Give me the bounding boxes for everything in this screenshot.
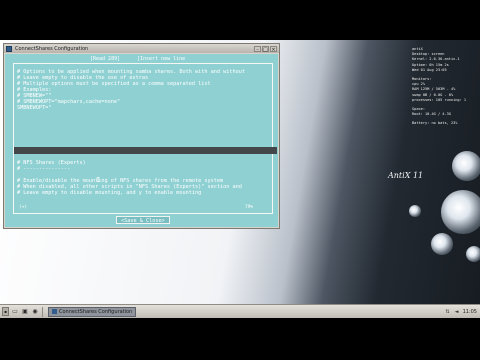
letterbox-top <box>0 0 480 40</box>
selected-line-bar[interactable] <box>14 147 277 154</box>
browser-icon[interactable]: ◉ <box>31 308 39 316</box>
scroll-indicator: (+) <box>19 205 28 210</box>
conky-line: Battery: no bats, 23% <box>412 121 458 126</box>
window-title: ConnectShares Configuration <box>15 45 89 52</box>
editor-line[interactable]: # Leave empty to disable mounting, and y… <box>17 190 201 196</box>
task-label: ConnectShares Configuration <box>59 308 133 315</box>
minimize-icon[interactable]: – <box>254 45 261 53</box>
wallpaper-logo: AntiX 11 <box>388 171 424 180</box>
scroll-percent: 79% <box>245 205 254 210</box>
task-button-connectshares[interactable]: ConnectShares Configuration <box>48 306 137 317</box>
terminal-app-icon <box>6 45 12 52</box>
terminal-editor[interactable]: [Read 289] [Insert new line # Options to… <box>5 54 278 227</box>
save-close-button[interactable]: <Save & Close> <box>116 216 170 224</box>
window-controls: – □ × <box>254 45 277 53</box>
clock[interactable]: 11:05 <box>463 309 477 315</box>
read-lines-hint: [Read 289] <box>90 56 121 62</box>
taskbar: ▪ ▭ ▣ ◉ ConnectShares Configuration ⇅ ◄ … <box>0 304 480 318</box>
window-titlebar[interactable]: ConnectShares Configuration – □ × <box>4 44 279 53</box>
wallpaper-orb-medium <box>452 151 480 181</box>
file-manager-icon[interactable]: ▭ <box>11 308 19 316</box>
wallpaper-orb-large <box>441 190 480 234</box>
conky-system-monitor: antiX Desktop: screen Kernel: 2.6.36-ant… <box>412 47 478 127</box>
text-cursor-icon: I <box>96 176 101 184</box>
close-icon[interactable]: × <box>270 45 277 53</box>
wallpaper-orb-small <box>431 233 453 255</box>
volume-icon[interactable]: ◄ <box>454 309 460 315</box>
system-tray: ⇅ ◄ 11:05 <box>445 309 477 315</box>
wallpaper-orb-tiny <box>409 205 421 217</box>
taskbar-separator <box>42 306 43 317</box>
editor-line[interactable]: # --------------- <box>17 166 70 172</box>
connectshares-window[interactable]: ConnectShares Configuration – □ × [Read … <box>3 43 280 229</box>
terminal-launcher-icon[interactable]: ▣ <box>21 308 29 316</box>
maximize-icon[interactable]: □ <box>262 45 269 53</box>
terminal-app-icon <box>52 309 57 314</box>
start-menu-button[interactable]: ▪ <box>2 307 9 316</box>
insert-line-hint: [Insert new line <box>137 56 186 62</box>
editor-line[interactable]: SMBNEWOPT=" <box>17 105 51 111</box>
wallpaper-orb-bottom <box>466 246 480 262</box>
network-icon[interactable]: ⇅ <box>445 309 451 315</box>
letterbox-bottom <box>0 318 480 360</box>
